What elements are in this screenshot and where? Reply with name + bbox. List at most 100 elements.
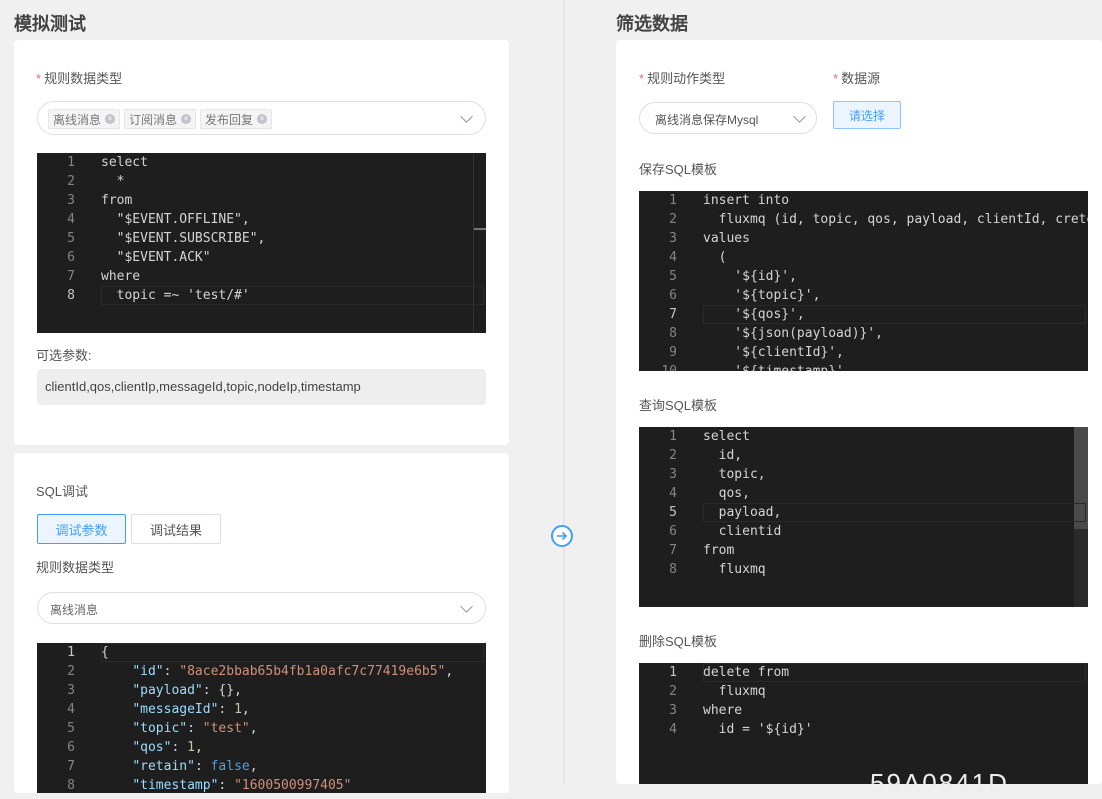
line-number: 7: [67, 269, 75, 284]
line-number: 3: [669, 703, 677, 718]
delete-sql-editor[interactable]: 1 delete from 2 fluxmq 3 where 4 id = '${id}': [639, 663, 1088, 784]
code-line: 8 topic =~ 'test/#': [37, 286, 486, 305]
line-number: 8: [669, 562, 677, 577]
datasource-select-button[interactable]: 请选择: [833, 101, 901, 129]
simulate-test-title: 模拟测试: [14, 14, 86, 34]
debug-json-editor[interactable]: 1{2 "id": "8ace2bbab65b4fb1a0afc7c77419e…: [37, 643, 486, 793]
code-line: 9 '${clientId}',: [639, 343, 1088, 362]
line-number: 1: [67, 155, 75, 170]
code-line: 6 "$EVENT.ACK": [37, 248, 486, 267]
params-value: clientId,qos,clientIp,messageId,topic,no…: [37, 369, 486, 405]
code-line: 7 from: [639, 541, 1088, 560]
code-text: select: [101, 155, 148, 170]
query-sql-label: 查询SQL模板: [639, 398, 718, 413]
code-text: delete from: [703, 665, 790, 680]
debug-result-button[interactable]: 调试结果: [131, 514, 221, 544]
code-text: '${qos}',: [703, 307, 805, 322]
code-line: 1 insert into: [639, 191, 1088, 210]
code-text: from: [703, 543, 735, 558]
code-text: fluxmq (id, topic, qos, payload, clientI…: [718, 212, 1088, 227]
line-number: 4: [669, 722, 677, 737]
code-text: where: [101, 269, 141, 284]
sql-debug-title: SQL调试: [36, 484, 89, 499]
code-line: 1 select: [639, 427, 1088, 446]
code-text: topic,: [703, 467, 766, 482]
datasource-label: * 数据源: [833, 71, 881, 86]
code-line: 4 "messageId": 1,: [37, 700, 486, 719]
chevron-down-icon: [460, 110, 473, 123]
code-line: 2 fluxmq: [639, 682, 1088, 701]
code-text: "payload": {},: [132, 683, 242, 698]
rule-type-tags: 离线消息 × 订阅消息 × 发布回复 ×: [48, 109, 276, 129]
sql-debug-card: SQL调试 调试参数 调试结果 规则数据类型 离线消息 1{2 "id": "8…: [14, 453, 509, 793]
debug-params-button[interactable]: 调试参数: [37, 514, 126, 544]
line-number: 4: [669, 486, 677, 501]
line-number: 3: [67, 683, 75, 698]
code-text: "$EVENT.SUBSCRIBE",: [101, 231, 266, 246]
tag-label: 订阅消息: [129, 112, 178, 127]
line-number: 5: [67, 721, 75, 736]
code-line: 5 "topic": "test",: [37, 719, 486, 738]
tag-label: 发布回复: [205, 112, 254, 127]
close-circle-icon[interactable]: ×: [181, 114, 192, 124]
code-text: id,: [703, 448, 743, 463]
code-text: "$EVENT.OFFLINE",: [101, 212, 250, 227]
close-circle-icon[interactable]: ×: [257, 114, 268, 124]
line-number: 3: [67, 193, 75, 208]
code-text: insert into: [703, 193, 790, 208]
line-number: 2: [669, 448, 677, 463]
arrow-right-circle-icon[interactable]: [551, 525, 573, 547]
debug-rule-type-value: 离线消息: [50, 603, 99, 617]
code-text: from: [101, 193, 133, 208]
line-number: 6: [669, 288, 677, 303]
code-text: clientid: [703, 524, 782, 539]
code-line: 7 "retain": false,: [37, 757, 486, 776]
code-text: "topic": "test",: [132, 721, 258, 736]
line-number: 6: [67, 740, 75, 755]
query-sql-editor[interactable]: 1 select 2 id, 3 topic, 4 qos, 5 payload, 6 cl…: [639, 427, 1088, 607]
code-line: 4 "$EVENT.OFFLINE",: [37, 210, 486, 229]
action-type-select[interactable]: 离线消息保存Mysql: [639, 102, 817, 134]
chevron-down-icon: [793, 110, 806, 123]
code-text: "id": "8ace2bbab65b4fb1a0afc7c77419e6b5"…: [132, 664, 454, 679]
filter-data-card: * 规则动作类型 * 数据源 离线消息保存Mysql 请选择 保存SQL模板 1 in…: [616, 40, 1102, 784]
code-text: *: [101, 174, 125, 189]
line-number: 10: [639, 362, 677, 371]
action-type-label: * 规则动作类型: [639, 71, 726, 86]
code-line: 8 fluxmq: [639, 560, 1088, 579]
rule-config-card: * 规则数据类型 离线消息 × 订阅消息 × 发布回复 × 1 select 2 * 3 from 4…: [14, 40, 509, 445]
code-line: 7 '${qos}',: [639, 305, 1088, 324]
code-text: qos,: [703, 486, 750, 501]
rule-type-tag: 离线消息 ×: [48, 109, 121, 129]
code-text: id = '${id}': [703, 722, 813, 737]
code-text: (: [703, 250, 727, 265]
code-line: 3 from: [37, 191, 486, 210]
code-line: 3 topic,: [639, 465, 1088, 484]
code-line: 4 id = '${id}': [639, 720, 1088, 739]
code-line: 6 '${topic}',: [639, 286, 1088, 305]
line-number: 4: [67, 702, 75, 717]
debug-rule-type-select[interactable]: 离线消息: [37, 592, 486, 624]
code-line: 1 select: [37, 153, 486, 172]
line-number: 3: [669, 231, 677, 246]
tag-label: 离线消息: [53, 112, 102, 127]
code-text: '${clientId}',: [703, 345, 844, 360]
line-number: 6: [669, 524, 677, 539]
code-line: 2 *: [37, 172, 486, 191]
line-number: 4: [67, 212, 75, 227]
save-sql-editor[interactable]: 1 insert into 2 fluxmq (id, topic, qos, pa…: [639, 191, 1088, 371]
code-line: 1 delete from: [639, 663, 1088, 682]
code-text: "timestamp": "1600500997405": [132, 778, 352, 793]
rule-sql-editor[interactable]: 1 select 2 * 3 from 4 "$EVENT.OFFLINE", 5 "$EV…: [37, 153, 486, 333]
code-text: topic =~ 'test/#': [101, 288, 250, 303]
rule-type-select[interactable]: 离线消息 × 订阅消息 × 发布回复 ×: [37, 101, 486, 135]
code-text: "retain": false,: [132, 759, 258, 774]
close-circle-icon[interactable]: ×: [105, 114, 116, 124]
code-text: fluxmq: [703, 562, 766, 577]
line-number: 1: [669, 193, 677, 208]
code-text: '${topic}',: [703, 288, 821, 303]
code-text: '${json(payload)}',: [703, 326, 884, 341]
line-number: 7: [669, 307, 677, 322]
line-number: 8: [67, 288, 75, 303]
line-number: 5: [67, 231, 75, 246]
